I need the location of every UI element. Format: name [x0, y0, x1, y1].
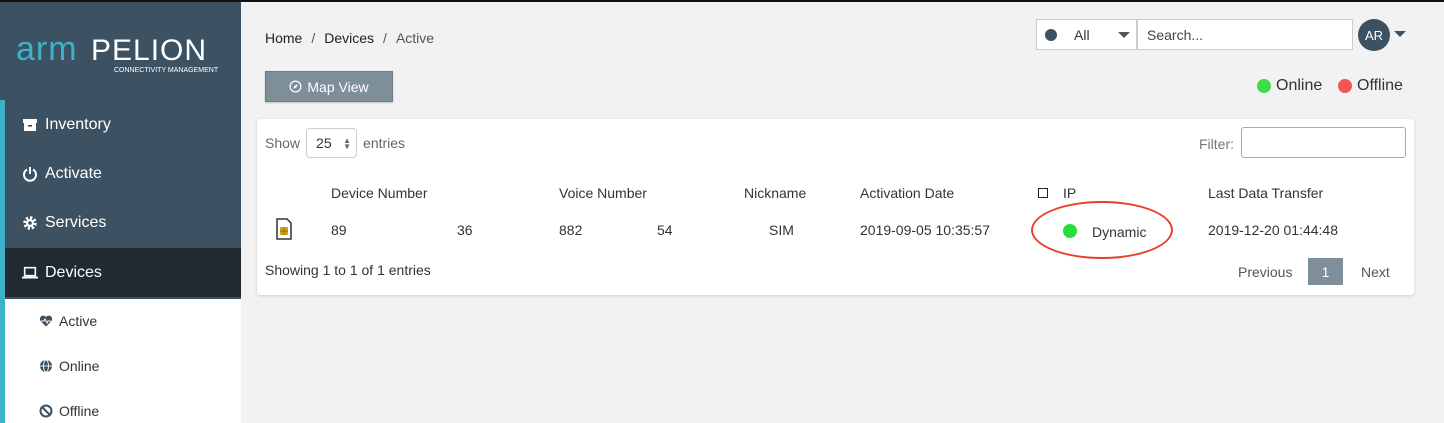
avatar-initials: AR [1364, 27, 1384, 43]
sidebar-item-label: Inventory [45, 115, 111, 133]
online-dot-icon [1257, 79, 1271, 93]
status-filter-value: All [1074, 26, 1090, 43]
subnav-item-label: Offline [59, 403, 100, 419]
compass-icon [289, 80, 302, 93]
pagination-next[interactable]: Next [1361, 264, 1390, 280]
logo-pelion-text: PELION [91, 34, 207, 67]
legend-offline: Offline [1338, 77, 1403, 95]
avatar[interactable]: AR [1358, 19, 1390, 51]
devices-subnav: Active Online Offline [5, 299, 241, 423]
sim-card-icon [276, 218, 292, 240]
chevron-down-icon[interactable] [1394, 31, 1406, 37]
voice-number-cell-start: 882 [559, 222, 583, 238]
filter-label: Filter: [1199, 136, 1234, 152]
column-header-nickname[interactable]: Nickname [744, 185, 806, 201]
chevron-down-icon [1118, 32, 1130, 38]
breadcrumb-current: Active [395, 30, 435, 46]
search-input[interactable] [1137, 19, 1353, 50]
legend-online-label: Online [1276, 77, 1323, 94]
entries-value: 25 [316, 135, 332, 151]
sidebar-item-devices[interactable]: Devices [0, 248, 241, 297]
legend-offline-label: Offline [1357, 77, 1403, 94]
table-info: Showing 1 to 1 of 1 entries [265, 262, 431, 278]
last-data-transfer-cell: 2019-12-20 01:44:48 [1208, 222, 1338, 238]
gear-icon [22, 215, 38, 231]
select-all-checkbox[interactable] [1038, 188, 1048, 198]
offline-dot-icon [1338, 79, 1352, 93]
heartbeat-icon [39, 314, 53, 328]
pagination-previous[interactable]: Previous [1238, 264, 1292, 280]
column-header-last-data-transfer[interactable]: Last Data Transfer [1208, 185, 1323, 201]
power-icon [22, 166, 38, 182]
show-label: Show [265, 135, 301, 151]
highlight-annotation [1031, 201, 1173, 259]
sidebar-item-label: Services [45, 213, 107, 231]
map-view-label: Map View [307, 78, 369, 95]
subnav-item-label: Active [59, 313, 98, 329]
breadcrumb: Home / Devices / Active [265, 30, 434, 46]
ban-icon [39, 404, 53, 418]
breadcrumb-devices[interactable]: Devices [324, 30, 374, 46]
subnav-item-online[interactable]: Online [39, 358, 99, 374]
status-filter-select[interactable]: All [1036, 19, 1137, 50]
sidebar-item-label: Devices [45, 263, 102, 281]
archive-icon [22, 117, 38, 133]
entries-label: entries [363, 135, 406, 151]
nickname-cell: SIM [769, 222, 794, 238]
voice-number-cell-end: 54 [657, 222, 673, 238]
entries-length-control: Show 25 ▲ ▼ entries [265, 128, 405, 158]
map-view-button[interactable]: Map View [265, 71, 393, 102]
sidebar-item-label: Activate [45, 164, 102, 182]
sidebar-item-services[interactable]: Services [0, 198, 241, 247]
table-filter-input[interactable] [1241, 127, 1406, 158]
page-number-label: 1 [1321, 263, 1330, 280]
status-dot-icon [1045, 28, 1057, 41]
logo-arm-text: arm [16, 30, 78, 68]
breadcrumb-home[interactable]: Home [265, 30, 302, 46]
column-header-voice-number[interactable]: Voice Number [559, 185, 647, 201]
laptop-icon [22, 265, 38, 281]
column-header-device-number[interactable]: Device Number [331, 185, 427, 201]
sidebar-item-activate[interactable]: Activate [0, 149, 241, 198]
column-header-ip[interactable]: IP [1063, 185, 1076, 201]
globe-icon [39, 359, 53, 373]
legend-online: Online [1257, 77, 1322, 95]
devices-table-card: Show 25 ▲ ▼ entries Filter: Device Number… [257, 119, 1414, 295]
subnav-item-offline[interactable]: Offline [39, 403, 99, 419]
pagination-page-1[interactable]: 1 [1308, 258, 1343, 285]
entries-select[interactable]: 25 ▲ ▼ [306, 128, 358, 158]
subnav-item-active[interactable]: Active [39, 313, 97, 329]
logo-tagline-text: CONNECTIVITY MANAGEMENT [114, 67, 219, 74]
breadcrumb-separator: / [311, 30, 316, 46]
arm-pelion-logo: arm PELION CONNECTIVITY MANAGEMENT [16, 30, 219, 74]
activation-date-cell: 2019-09-05 10:35:57 [860, 222, 990, 238]
updown-icon: ▲ ▼ [343, 136, 352, 151]
sidebar-item-inventory[interactable]: Inventory [0, 100, 241, 149]
device-number-cell-start: 89 [331, 222, 347, 238]
subnav-item-label: Online [59, 358, 100, 374]
breadcrumb-separator: / [383, 30, 387, 46]
column-header-activation-date[interactable]: Activation Date [860, 185, 954, 201]
sidebar: arm PELION CONNECTIVITY MANAGEMENT Inven… [0, 2, 241, 423]
device-number-cell-end: 36 [457, 222, 473, 238]
